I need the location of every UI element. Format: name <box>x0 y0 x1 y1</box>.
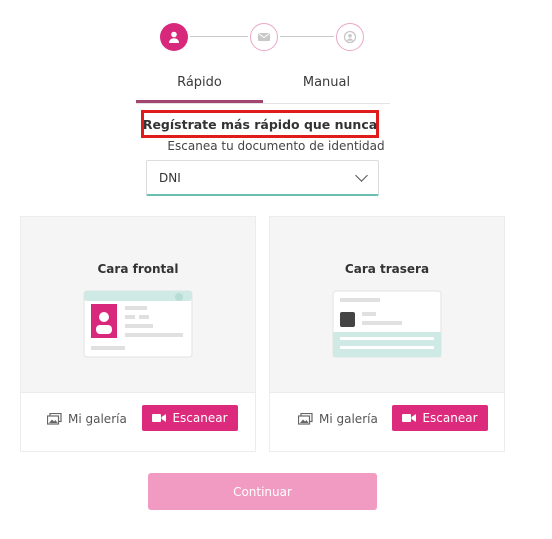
document-type-value: DNI <box>159 170 181 185</box>
front-gallery-label: Mi galería <box>68 412 127 426</box>
front-side-title: Cara frontal <box>97 262 179 276</box>
user-icon <box>169 31 179 43</box>
back-gallery-button[interactable]: Mi galería <box>298 408 378 430</box>
chevron-down-icon <box>355 168 368 182</box>
back-scan-label: Escanear <box>422 411 478 425</box>
continue-button[interactable]: Continuar <box>148 473 377 510</box>
stepper-connector <box>280 36 334 37</box>
register-mode-tabs: Rápido Manual <box>136 70 390 104</box>
gallery-icon <box>47 413 62 425</box>
tab-manual[interactable]: Manual <box>263 70 390 102</box>
tab-rapido[interactable]: Rápido <box>136 70 263 103</box>
page-title: Regístrate más rápido que nunca <box>142 116 378 132</box>
video-camera-icon <box>402 414 417 422</box>
front-side-card: Cara frontal Mi galería Escanear <box>20 216 256 452</box>
headline-highlight: Regístrate más rápido que nunca <box>141 110 379 138</box>
registration-stepper <box>160 23 366 55</box>
mail-icon <box>258 33 270 41</box>
back-side-card: Cara trasera Mi galería Escanear <box>269 216 505 452</box>
front-side-actions: Mi galería Escanear <box>21 392 255 451</box>
stepper-connector <box>190 36 248 37</box>
account-icon <box>343 30 357 44</box>
gallery-icon <box>298 413 313 425</box>
front-gallery-button[interactable]: Mi galería <box>47 408 127 430</box>
back-gallery-label: Mi galería <box>319 412 378 426</box>
document-type-select[interactable]: DNI <box>146 160 379 196</box>
step-2-mail <box>250 23 278 51</box>
video-camera-icon <box>152 414 167 422</box>
step-1-user <box>160 23 188 51</box>
front-scan-label: Escanear <box>172 411 228 425</box>
back-side-actions: Mi galería Escanear <box>270 392 504 451</box>
back-scan-button[interactable]: Escanear <box>392 405 488 431</box>
id-card-back-illustration <box>332 290 442 358</box>
page-subtitle: Escanea tu documento de identidad <box>167 139 385 153</box>
id-card-front-illustration <box>83 290 193 358</box>
front-scan-button[interactable]: Escanear <box>142 405 238 431</box>
step-3-account <box>336 23 364 51</box>
back-side-title: Cara trasera <box>344 262 430 276</box>
